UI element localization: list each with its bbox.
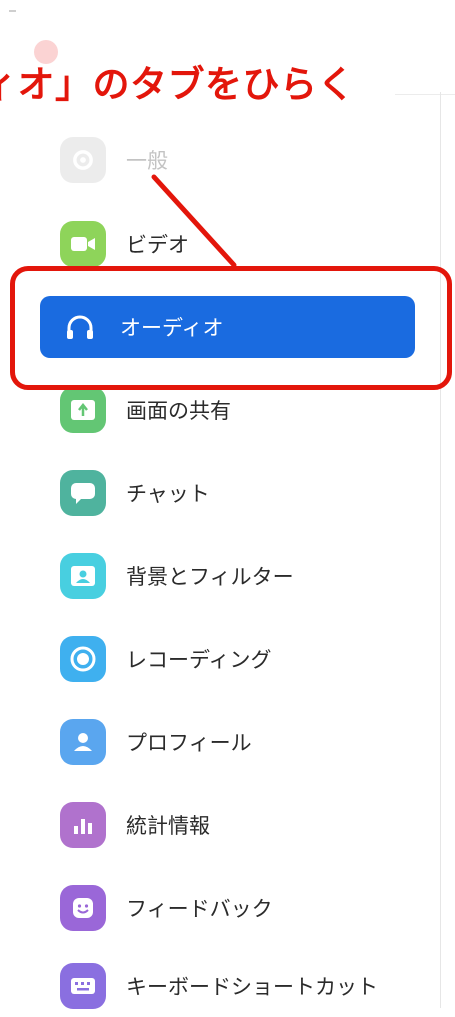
annotation-arrow-line <box>151 174 237 268</box>
settings-page: ィオ」のタブをひらく 一般 ビデオ オーディオ 画面の共有 チャット 背景とフィ… <box>0 0 455 1009</box>
